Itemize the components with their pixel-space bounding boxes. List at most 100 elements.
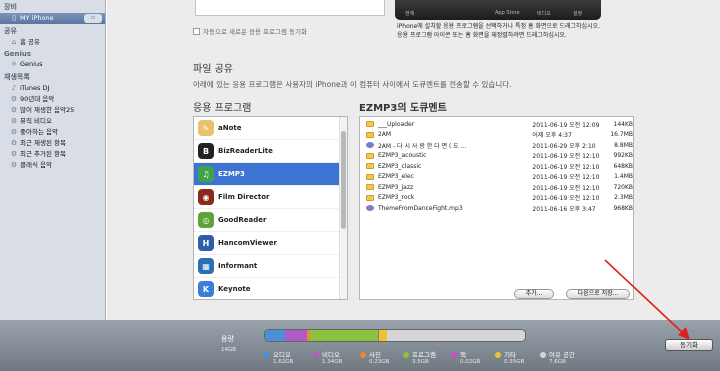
legend-size: 0.23GB: [369, 359, 390, 365]
legend-swatch: [360, 352, 366, 358]
file-sharing-description: 아래에 있는 응용 프로그램은 사용자의 iPhone과 이 컴퓨터 사이에서 …: [193, 80, 512, 89]
capacity-legend-item: 여유 공간 7.6GB: [540, 349, 575, 365]
app-name: aNote: [218, 124, 242, 132]
app-row[interactable]: H HancomViewer: [194, 232, 347, 255]
app-row[interactable]: ◉ Film Director: [194, 186, 347, 209]
calendar-icon: ▦: [198, 258, 214, 274]
audio-file-icon: [366, 142, 374, 149]
document-row[interactable]: EZMP3_classic 2011-06-19 오전 12:10 648KB: [360, 161, 633, 172]
document-row[interactable]: ___Uploader 2011-06-19 오전 12:09 144KB: [360, 119, 633, 130]
document-size: 2.3MB: [614, 194, 634, 202]
document-row[interactable]: ThemeFromDanceFight.mp3 2011-06-16 오후 3:4…: [360, 203, 633, 214]
sidebar-item-playlist[interactable]: ⚙ 뮤직 비디오: [0, 116, 105, 127]
house-icon: ⌂: [11, 38, 17, 46]
document-date: 2011-06-19 오전 12:10: [532, 153, 600, 161]
document-row[interactable]: EZMP3_acoustic 2011-06-19 오전 12:10 992KB: [360, 151, 633, 162]
app-list[interactable]: ✎ aNote B BizReaderLite ♫ EZMP3 ◉ Film Director…: [193, 116, 348, 300]
document-row[interactable]: 2AM 어제 오후 4:37 16.7MB: [360, 130, 633, 141]
app-row[interactable]: ♫ EZMP3: [194, 163, 347, 186]
gear-icon: ⚙: [10, 106, 18, 114]
playlist-label: 클래식 음악: [20, 161, 52, 169]
sidebar-item-device[interactable]: ▯ MY iPhone ▭: [0, 13, 105, 24]
genius-icon: ⚛: [10, 60, 18, 68]
legend-label: 프로그램: [412, 351, 436, 359]
document-row[interactable]: EZMP3_rock 2011-06-19 오전 12:10 2.3MB: [360, 193, 633, 204]
audio-file-icon: [366, 205, 374, 212]
document-date: 2011-06-16 오후 3:47: [532, 205, 596, 213]
legend-label: 비디오: [322, 351, 340, 359]
playlists-header: 재생목록: [4, 73, 30, 81]
document-size: 992KB: [613, 152, 634, 160]
genius-label: Genius: [20, 60, 43, 68]
legend-label: 오디오: [273, 351, 291, 359]
capacity-segment: [379, 330, 388, 341]
app-list-scrollbar[interactable]: [339, 117, 347, 299]
sidebar-item-playlist[interactable]: ⚙ 좋아하는 음악: [0, 127, 105, 138]
capacity-legend-item: 책 0.02GB: [451, 349, 480, 365]
app-row[interactable]: ✎ aNote: [194, 117, 347, 140]
sidebar-item-playlist[interactable]: ⚙ 90년대 음악: [0, 94, 105, 105]
document-row[interactable]: 2AM - 다 시 사 랑 한 다 면 ( 도 ... 2011-06-29 오후…: [360, 140, 633, 151]
capacity-bar: [264, 329, 526, 342]
sidebar-item-playlist[interactable]: ⚙ 최근 추가된 항목: [0, 149, 105, 160]
document-date: 2011-06-19 오전 12:10: [532, 163, 600, 171]
capacity-legend-item: 기타 0.35GB: [495, 349, 524, 365]
app-name: Keynote: [218, 285, 251, 293]
legend-swatch: [264, 352, 270, 358]
document-size: 648KB: [613, 162, 634, 170]
gear-icon: ⚙: [10, 139, 18, 147]
document-date: 2011-06-19 오전 12:09: [532, 121, 600, 129]
playlist-label: 최근 추가된 항목: [20, 150, 66, 158]
sidebar-item-playlist[interactable]: ♪ iTunes DJ: [0, 83, 105, 94]
app-row[interactable]: ◎ GoodReader: [194, 209, 347, 232]
iphone-icon: ▯: [12, 14, 16, 22]
folder-icon: [366, 152, 374, 159]
document-row[interactable]: EZMP3_jazz 2011-06-19 오전 12:10 720KB: [360, 182, 633, 193]
app-row[interactable]: B BizReaderLite: [194, 140, 347, 163]
document-list[interactable]: ___Uploader 2011-06-19 오전 12:09 144KB 2AM 어제…: [359, 116, 634, 300]
app-row[interactable]: ▦ Informant: [194, 255, 347, 278]
folder-icon: [366, 173, 374, 180]
gear-icon: ⚙: [10, 150, 18, 158]
document-name: EZMP3_acoustic: [377, 152, 427, 160]
sidebar-item-home-share[interactable]: ⌂ 홈 공유: [0, 37, 105, 48]
battery-icon: ▭: [84, 14, 102, 23]
legend-size: 7.6GB: [549, 359, 566, 365]
gear-icon: ⚙: [10, 95, 18, 103]
document-name: ThemeFromDanceFight.mp3: [377, 204, 463, 212]
document-name: EZMP3_elec: [377, 173, 414, 181]
document-name: EZMP3_classic: [377, 162, 422, 170]
sidebar-item-playlist[interactable]: ⚙ 최근 재생된 항목: [0, 138, 105, 149]
sidebar-item-playlist[interactable]: ⚙ 많이 재생한 음악25: [0, 105, 105, 116]
sync-button[interactable]: 동기화: [665, 339, 713, 351]
capacity-segment: [265, 330, 285, 341]
playlist-label: 90년대 음악: [20, 95, 55, 103]
folder-icon: [366, 194, 374, 201]
playlist-label: 많이 재생한 음악25: [20, 106, 75, 114]
sidebar-item-playlist[interactable]: ⚙ 클래식 음악: [0, 160, 105, 171]
document-row[interactable]: EZMP3_elec 2011-06-19 오전 12:10 1.4MB: [360, 172, 633, 183]
checkbox-icon[interactable]: [193, 28, 200, 35]
reader-icon: B: [198, 143, 214, 159]
sidebar-item-genius[interactable]: ⚛ Genius: [0, 59, 105, 70]
instruction-line-1: iPhone에 설치할 응용 프로그램을 선택하거나 특정 홈 화면으로 드래그…: [397, 23, 601, 30]
home-screen-preview[interactable]: 현재 App Store 비디오 설정: [395, 0, 601, 20]
app-row[interactable]: K Keynote: [194, 278, 347, 299]
gear-icon: ⚙: [10, 117, 18, 125]
auto-sync-checkbox[interactable]: 자동으로 새로운 응용 프로그램 동기화: [193, 26, 307, 36]
document-size: 1.4MB: [614, 173, 634, 181]
keynote-icon: K: [198, 281, 214, 297]
folder-icon: [366, 184, 374, 191]
document-name: 2AM: [377, 131, 392, 139]
save-as-button[interactable]: 다음으로 저장...: [566, 289, 630, 299]
legend-swatch: [403, 352, 409, 358]
add-button[interactable]: 추가...: [514, 289, 554, 299]
capacity-label: 용량: [221, 335, 234, 343]
legend-size: 3.5GB: [412, 359, 429, 365]
folder-icon: [366, 163, 374, 170]
scrollbar-thumb[interactable]: [341, 131, 346, 229]
playlist-label: 뮤직 비디오: [20, 117, 52, 125]
legend-label: 여유 공간: [549, 351, 575, 359]
note-icon: ✎: [198, 120, 214, 136]
preview-label: 비디오: [537, 11, 551, 17]
